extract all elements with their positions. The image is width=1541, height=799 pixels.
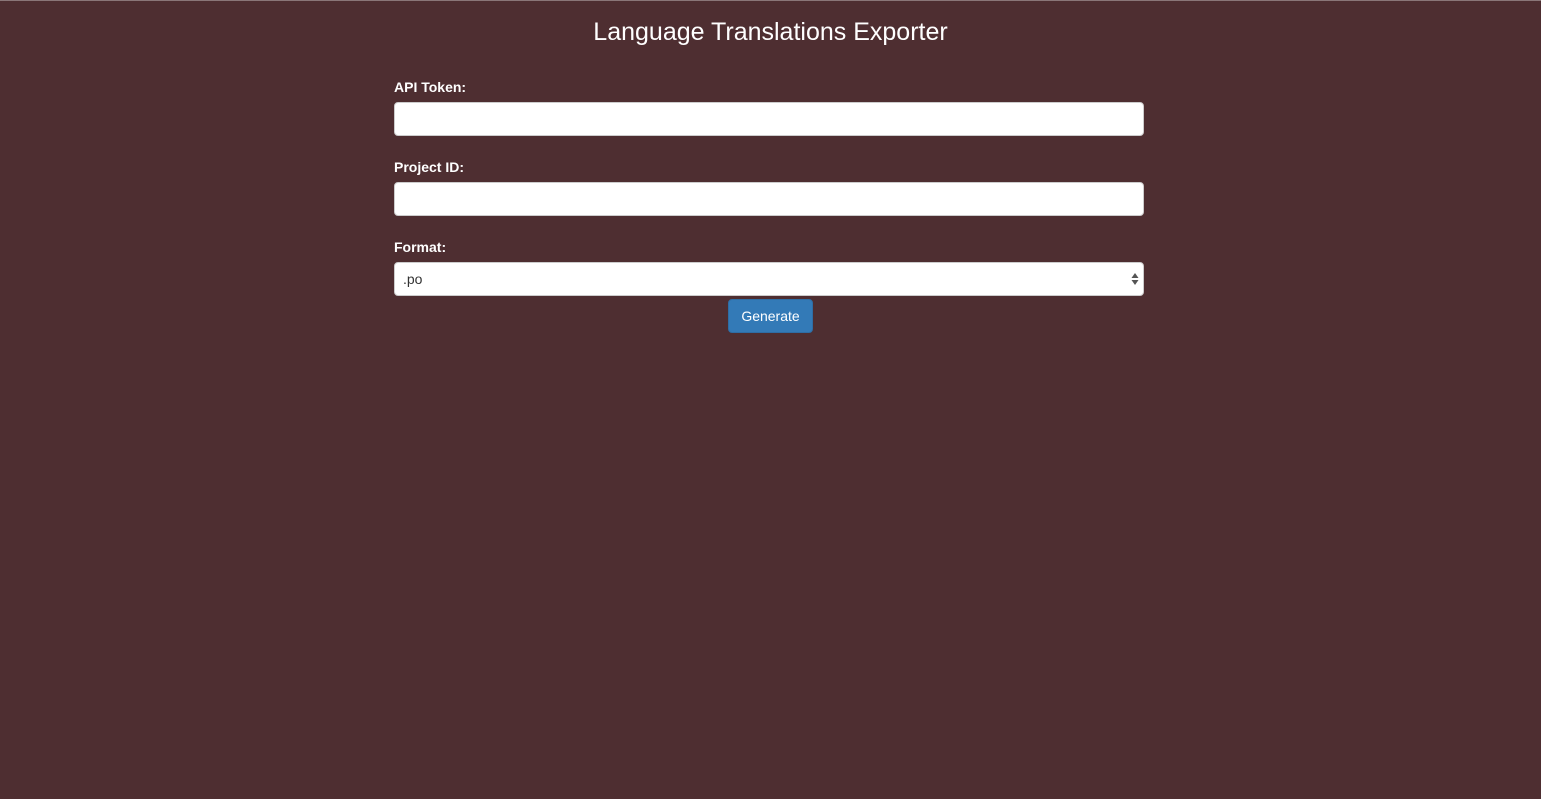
page-title: Language Translations Exporter xyxy=(593,18,948,46)
format-select[interactable]: .po xyxy=(394,262,1144,296)
project-id-input[interactable] xyxy=(394,182,1144,216)
export-form: API Token: Project ID: Format: .po xyxy=(394,78,1144,296)
format-selected-value: .po xyxy=(403,271,423,287)
project-id-label: Project ID: xyxy=(394,159,465,175)
top-border xyxy=(0,0,1541,1)
generate-button[interactable]: Generate xyxy=(728,299,813,333)
api-token-label: API Token: xyxy=(394,79,467,95)
format-label: Format: xyxy=(394,239,447,255)
button-row: Generate xyxy=(0,299,1541,333)
select-arrows-icon xyxy=(1131,271,1139,287)
api-token-input[interactable] xyxy=(394,102,1144,136)
